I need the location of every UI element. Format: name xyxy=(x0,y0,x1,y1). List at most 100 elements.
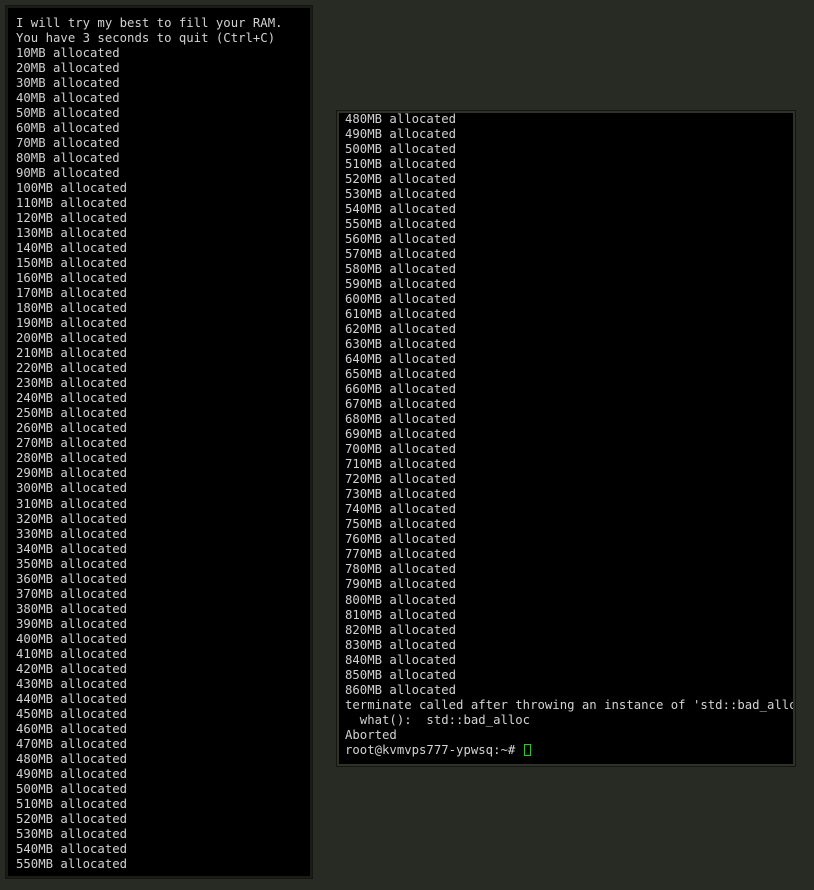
terminal-line: You have 3 seconds to quit (Ctrl+C) xyxy=(16,31,276,46)
terminal-line: 660MB allocated xyxy=(345,382,457,397)
terminal-line: 30MB allocated xyxy=(16,76,120,91)
terminal-line: 740MB allocated xyxy=(345,502,457,517)
terminal-screen-right[interactable]: 480MB allocated 490MB allocated 500MB allo… xyxy=(339,113,793,764)
terminal-prompt-line[interactable]: root@kvmvps777-ypwsq:~# xyxy=(345,743,793,758)
terminal-line: 270MB allocated xyxy=(16,436,128,451)
terminal-line: 380MB allocated xyxy=(16,601,128,616)
terminal-output-right: 480MB allocated 490MB allocated 500MB allo… xyxy=(339,113,793,758)
terminal-line: 850MB allocated xyxy=(345,667,457,682)
terminal-line: 370MB allocated xyxy=(16,586,128,601)
terminal-line: 250MB allocated xyxy=(16,406,128,421)
text-cursor[interactable] xyxy=(523,743,531,756)
terminal-line: I will try my best to fill your RAM. xyxy=(16,16,283,30)
shell-prompt: root@kvmvps777-ypwsq:~# xyxy=(345,742,516,757)
terminal-output-left: I will try my best to fill your RAM. You … xyxy=(8,16,310,872)
terminal-line: 230MB allocated xyxy=(16,376,128,391)
terminal-line: 410MB allocated xyxy=(16,646,128,661)
terminal-line: 180MB allocated xyxy=(16,301,128,316)
terminal-line: 260MB allocated xyxy=(16,421,128,436)
terminal-line: 490MB allocated xyxy=(345,127,457,142)
terminal-window-left[interactable]: I will try my best to fill your RAM. You … xyxy=(6,6,312,878)
terminal-line: 40MB allocated xyxy=(16,91,120,106)
terminal-line: 650MB allocated xyxy=(345,367,457,382)
terminal-line: 150MB allocated xyxy=(16,256,128,271)
terminal-window-right[interactable]: 480MB allocated 490MB allocated 500MB allo… xyxy=(337,111,795,766)
terminal-line: 840MB allocated xyxy=(345,652,457,667)
terminal-line: 140MB allocated xyxy=(16,241,128,256)
terminal-line: 550MB allocated xyxy=(345,217,457,232)
terminal-line: 60MB allocated xyxy=(16,121,120,136)
terminal-line: 330MB allocated xyxy=(16,526,128,541)
terminal-line: 800MB allocated xyxy=(345,592,457,607)
terminal-line: 710MB allocated xyxy=(345,457,457,472)
desktop-background: I will try my best to fill your RAM. You … xyxy=(0,0,814,890)
terminal-line: 110MB allocated xyxy=(16,196,128,211)
terminal-line: 510MB allocated xyxy=(16,796,128,811)
terminal-line: 640MB allocated xyxy=(345,352,457,367)
terminal-line: 790MB allocated xyxy=(345,577,457,592)
terminal-line: 730MB allocated xyxy=(345,487,457,502)
terminal-line: 300MB allocated xyxy=(16,481,128,496)
terminal-line: 450MB allocated xyxy=(16,706,128,721)
terminal-line: 390MB allocated xyxy=(16,616,128,631)
terminal-line: 440MB allocated xyxy=(16,691,128,706)
terminal-line: 690MB allocated xyxy=(345,427,457,442)
terminal-line: 20MB allocated xyxy=(16,61,120,76)
terminal-line: 70MB allocated xyxy=(16,136,120,151)
terminal-line: 120MB allocated xyxy=(16,211,128,226)
terminal-line: 80MB allocated xyxy=(16,151,120,166)
terminal-line: 720MB allocated xyxy=(345,472,457,487)
terminal-line: 340MB allocated xyxy=(16,541,128,556)
terminal-line: 350MB allocated xyxy=(16,556,128,571)
terminal-line: 210MB allocated xyxy=(16,346,128,361)
terminal-line: 780MB allocated xyxy=(345,562,457,577)
terminal-line: 760MB allocated xyxy=(345,532,457,547)
terminal-line: 480MB allocated xyxy=(16,751,128,766)
terminal-line: 240MB allocated xyxy=(16,391,128,406)
terminal-line: 530MB allocated xyxy=(345,187,457,202)
terminal-line: 540MB allocated xyxy=(16,841,128,856)
terminal-line: 460MB allocated xyxy=(16,721,128,736)
terminal-line: 100MB allocated xyxy=(16,181,128,196)
terminal-line: 580MB allocated xyxy=(345,262,457,277)
terminal-line: 430MB allocated xyxy=(16,676,128,691)
terminal-line: 500MB allocated xyxy=(345,142,457,157)
terminal-line: what(): std::bad_alloc xyxy=(345,712,531,727)
terminal-line: 600MB allocated xyxy=(345,292,457,307)
terminal-line: 190MB allocated xyxy=(16,316,128,331)
terminal-line: 310MB allocated xyxy=(16,496,128,511)
terminal-line: 520MB allocated xyxy=(16,811,128,826)
terminal-line: 750MB allocated xyxy=(345,517,457,532)
terminal-line: 610MB allocated xyxy=(345,307,457,322)
terminal-line: terminate called after throwing an insta… xyxy=(345,697,793,712)
terminal-line: 810MB allocated xyxy=(345,607,457,622)
terminal-line: 590MB allocated xyxy=(345,277,457,292)
terminal-line: 770MB allocated xyxy=(345,547,457,562)
terminal-line: 320MB allocated xyxy=(16,511,128,526)
terminal-line: 700MB allocated xyxy=(345,442,457,457)
terminal-line: 400MB allocated xyxy=(16,631,128,646)
terminal-line: 10MB allocated xyxy=(16,46,120,61)
terminal-line: 520MB allocated xyxy=(345,172,457,187)
terminal-line: 820MB allocated xyxy=(345,622,457,637)
terminal-line: 290MB allocated xyxy=(16,466,128,481)
terminal-line: 550MB allocated xyxy=(16,856,128,871)
terminal-line: 860MB allocated xyxy=(345,682,457,697)
terminal-line: 360MB allocated xyxy=(16,571,128,586)
terminal-line: 130MB allocated xyxy=(16,226,128,241)
terminal-screen-left[interactable]: I will try my best to fill your RAM. You … xyxy=(8,8,310,876)
terminal-line: 500MB allocated xyxy=(16,781,128,796)
terminal-line: 90MB allocated xyxy=(16,166,120,181)
terminal-line: 420MB allocated xyxy=(16,661,128,676)
terminal-line: 670MB allocated xyxy=(345,397,457,412)
terminal-line: 630MB allocated xyxy=(345,337,457,352)
terminal-line: 200MB allocated xyxy=(16,331,128,346)
terminal-line: 490MB allocated xyxy=(16,766,128,781)
terminal-line: 510MB allocated xyxy=(345,157,457,172)
terminal-line: 470MB allocated xyxy=(16,736,128,751)
terminal-line: 530MB allocated xyxy=(16,826,128,841)
terminal-line: 680MB allocated xyxy=(345,412,457,427)
terminal-line: 560MB allocated xyxy=(345,232,457,247)
terminal-line: 830MB allocated xyxy=(345,637,457,652)
terminal-line: 160MB allocated xyxy=(16,271,128,286)
